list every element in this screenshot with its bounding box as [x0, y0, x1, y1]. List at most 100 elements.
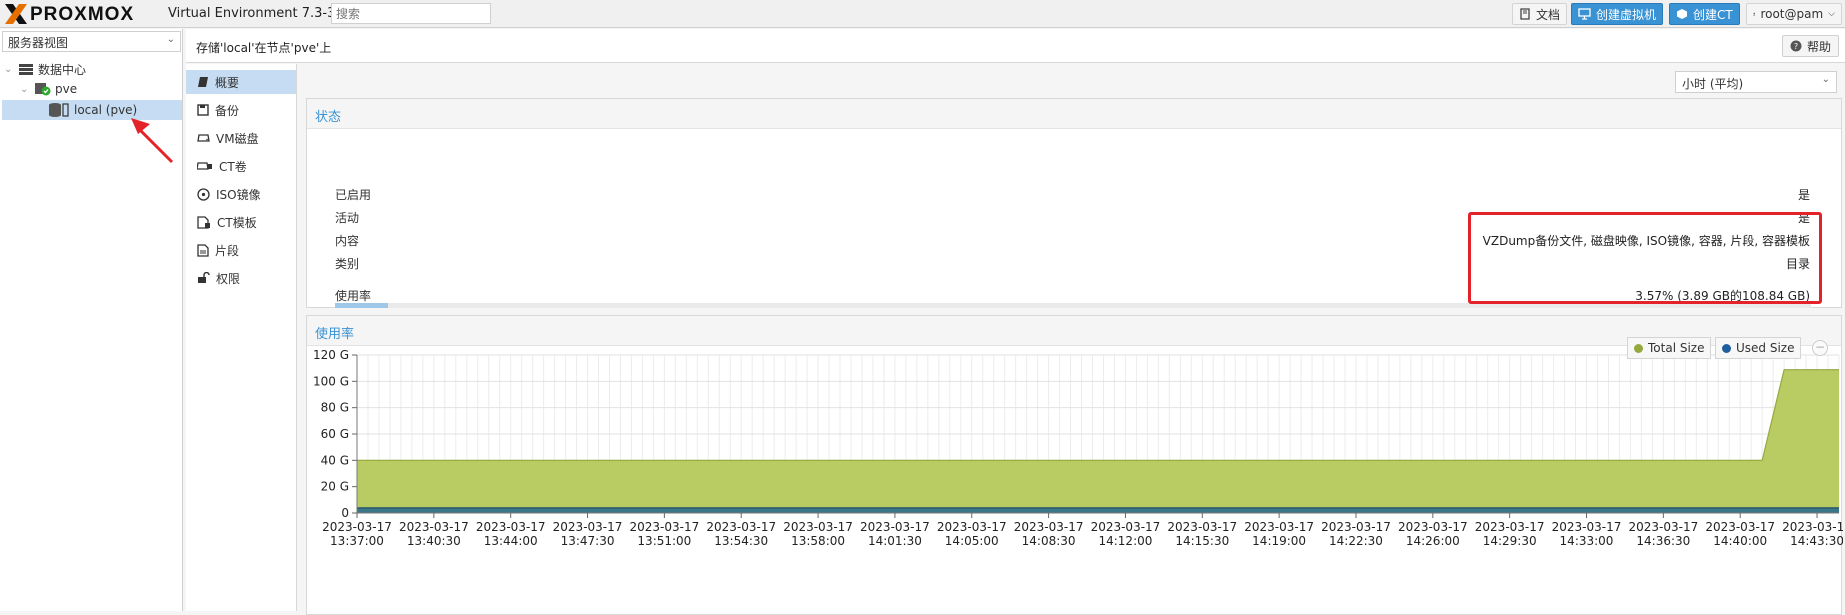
usage-chart: 120 G100 G80 G60 G40 G20 G02023-03-1713:… [313, 348, 1843, 548]
user-menu-button[interactable]: root@pam ⌵ [1746, 3, 1842, 25]
tree-collapse-icon[interactable]: ⌄ [4, 64, 14, 75]
help-label: 帮助 [1806, 39, 1831, 54]
timeframe-value: 小时 (平均) [1682, 77, 1744, 91]
x-tick-label-time: 14:33:00 [1560, 534, 1614, 548]
nav-item-permissions[interactable]: 权限 [186, 266, 296, 290]
nav-item-summary[interactable]: 概要 [186, 70, 296, 94]
x-tick-label-date: 2023-03-17 [1705, 520, 1775, 534]
create-ct-button[interactable]: 创建CT [1669, 3, 1740, 25]
docs-label: 文档 [1536, 7, 1561, 22]
x-tick-label-date: 2023-03-17 [1628, 520, 1698, 534]
y-tick-label: 80 G [321, 401, 349, 415]
x-tick-label-date: 2023-03-17 [860, 520, 930, 534]
node-online-icon [35, 83, 51, 96]
create-vm-button[interactable]: 创建虚拟机 [1571, 3, 1664, 25]
help-button[interactable]: ? 帮助 [1781, 35, 1839, 57]
x-tick-label-date: 2023-03-17 [1398, 520, 1468, 534]
x-tick-label-date: 2023-03-17 [1475, 520, 1545, 534]
type-value: 目录 [1785, 257, 1810, 271]
x-tick-label-time: 14:05:00 [945, 534, 999, 548]
x-tick-label-date: 2023-03-17 [476, 520, 546, 534]
y-tick-label: 100 G [313, 374, 349, 388]
x-tick-label-date: 2023-03-17 [937, 520, 1007, 534]
y-tick-label: 20 G [321, 480, 349, 494]
nav-item-ct-templates[interactable]: CT模板 [186, 210, 296, 234]
view-select-value: 服务器视图 [8, 36, 69, 50]
series-area-used-size [357, 507, 1839, 513]
chart-reset-button[interactable]: − [1812, 340, 1828, 356]
status-panel-header: 状态 [307, 99, 1841, 129]
tree-collapse-icon[interactable]: ⌄ [20, 84, 30, 95]
x-tick-label-date: 2023-03-17 [322, 520, 392, 534]
hdd-icon [197, 134, 210, 142]
content-value: VZDump备份文件, 磁盘映像, ISO镜像, 容器, 片段, 容器模板 [1482, 234, 1810, 248]
nav-item-label: 概要 [215, 75, 240, 90]
chevron-down-icon: ⌵ [1828, 9, 1835, 19]
timeframe-select[interactable]: 小时 (平均) ⌄ [1675, 71, 1837, 93]
page-title: 存储'local'在节点'pve'上 [196, 41, 332, 55]
x-tick-label-date: 2023-03-17 [1014, 520, 1084, 534]
nav-item-label: VM磁盘 [216, 131, 259, 146]
book-icon [1520, 8, 1530, 20]
nav-item-iso-images[interactable]: ISO镜像 [186, 182, 296, 206]
usage-label: 使用率 [335, 289, 372, 303]
usage-panel-header: 使用率 [307, 316, 1841, 346]
nav-item-vm-disks[interactable]: VM磁盘 [186, 126, 296, 150]
legend-total-dot [1634, 343, 1643, 353]
chevron-down-icon: ⌄ [1821, 74, 1830, 85]
legend-total-size[interactable]: Total Size [1627, 337, 1712, 359]
nav-item-label: 权限 [216, 271, 241, 286]
tree-item-node[interactable]: ⌄ pve [20, 79, 182, 99]
x-tick-label-time: 13:54:30 [714, 534, 768, 548]
template-icon [197, 215, 210, 229]
nav-item-label: ISO镜像 [216, 187, 261, 202]
legend-total-label: Total Size [1648, 341, 1705, 355]
usage-progress-bar [335, 303, 1811, 308]
enabled-label: 已启用 [335, 188, 372, 202]
nav-item-label: CT卷 [219, 159, 247, 174]
y-tick-label: 60 G [321, 427, 349, 441]
x-tick-label-time: 14:12:00 [1098, 534, 1152, 548]
content-label: 内容 [335, 234, 360, 248]
nav-item-snippets[interactable]: 片段 [186, 238, 296, 262]
x-tick-label-date: 2023-03-17 [1091, 520, 1161, 534]
legend-used-label: Used Size [1736, 341, 1795, 355]
create-ct-label: 创建CT [1693, 7, 1733, 22]
x-tick-label-date: 2023-03-17 [1167, 520, 1237, 534]
x-tick-label-time: 13:51:00 [637, 534, 691, 548]
usage-chart-panel: 使用率 120 G 100 G 80 G 60 G 40 G 20 G 0 2023-03-1… [306, 315, 1843, 615]
ct-volume-icon [197, 162, 212, 170]
tree-item-label: 数据中心 [38, 62, 87, 77]
status-panel-title: 状态 [315, 110, 342, 125]
x-tick-label-time: 14:36:30 [1636, 534, 1690, 548]
view-select[interactable]: 服务器视图 ⌄ [2, 31, 181, 52]
snippet-icon [197, 243, 209, 257]
docs-button[interactable]: 文档 [1512, 3, 1568, 25]
series-line-total-size [357, 369, 1839, 461]
book-icon [198, 77, 208, 87]
x-tick-label-date: 2023-03-17 [1552, 520, 1622, 534]
usage-progress-fill [335, 303, 388, 308]
server-rack-icon [19, 63, 33, 75]
svg-text:?: ? [1794, 42, 1798, 51]
help-icon: ? [1790, 40, 1802, 52]
x-tick-label-date: 2023-03-17 [783, 520, 853, 534]
legend-used-size[interactable]: Used Size [1715, 337, 1802, 359]
storage-nav: 概要 备份 VM磁盘 CT卷 ISO镜像 CT模板 片段 权限 [186, 64, 297, 611]
x-tick-label-date: 2023-03-17 [1782, 520, 1843, 534]
x-tick-label-time: 14:01:30 [868, 534, 922, 548]
nav-item-ct-volumes[interactable]: CT卷 [186, 154, 296, 178]
nav-item-label: CT模板 [217, 215, 257, 230]
nav-item-backup[interactable]: 备份 [186, 98, 296, 122]
user-label: root@pam [1760, 7, 1824, 21]
floppy-icon [197, 104, 209, 116]
chevron-down-icon: ⌄ [166, 34, 175, 45]
x-tick-label-time: 13:44:00 [484, 534, 538, 548]
tree-item-datacenter[interactable]: ⌄ 数据中心 [4, 59, 182, 79]
content-header: 存储'local'在节点'pve'上 ? 帮助 [186, 29, 1845, 63]
usage-panel-title: 使用率 [315, 327, 355, 342]
enabled-value: 是 [1797, 188, 1810, 202]
storage-icon [49, 103, 69, 117]
content-area: 小时 (平均) ⌄ 状态 已启用 是 活动 是 内容 VZDump备份文件, 磁… [298, 64, 1845, 615]
search-input[interactable] [331, 3, 491, 24]
